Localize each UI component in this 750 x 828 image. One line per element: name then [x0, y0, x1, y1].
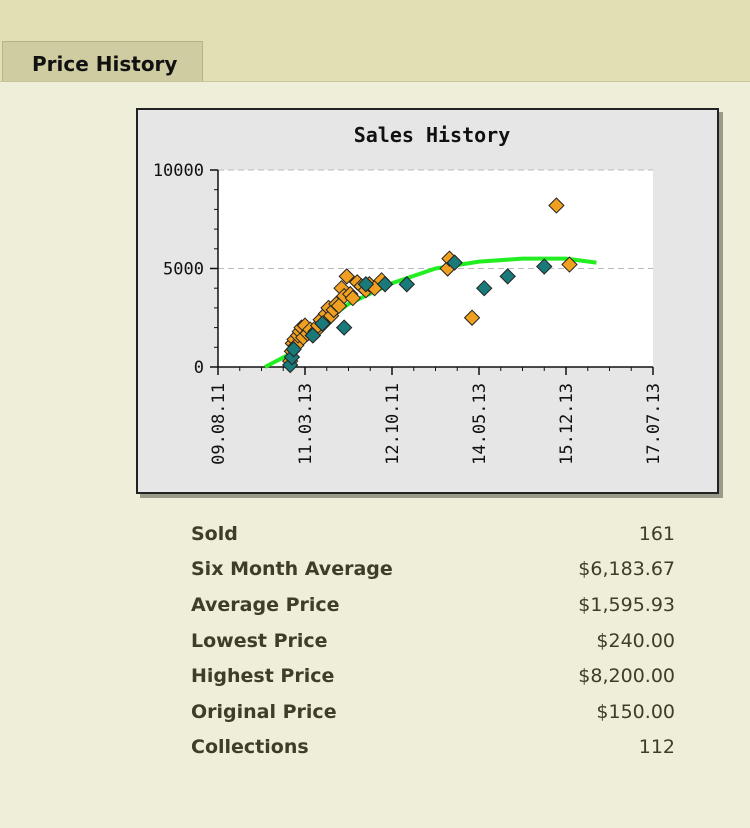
x-tick-label: 12.10.11	[383, 383, 403, 465]
chart-svg: Sales History 0 5000 10000 09.08.11 11.03.13…	[153, 123, 664, 465]
x-tick-label: 11.03.13	[296, 383, 316, 465]
stat-label: Collections	[191, 736, 309, 759]
stat-label: Sold	[191, 522, 238, 545]
stat-label: Average Price	[191, 593, 340, 616]
stat-value: $150.00	[596, 700, 675, 723]
chart-title: Sales History	[354, 123, 511, 147]
stat-value: 161	[638, 522, 675, 545]
stat-label: Original Price	[191, 700, 337, 723]
stat-value: $1,595.93	[578, 593, 675, 616]
stat-row-average-price: Average Price $1,595.93	[191, 587, 675, 623]
stat-label: Six Month Average	[191, 558, 393, 581]
stat-row-six-month-average: Six Month Average $6,183.67	[191, 552, 675, 588]
stat-row-highest-price: Highest Price $8,200.00	[191, 658, 675, 694]
stat-row-sold: Sold 161	[191, 516, 675, 552]
stat-label: Highest Price	[191, 665, 335, 688]
stat-value: $240.00	[596, 629, 675, 652]
y-tick-label: 0	[194, 358, 204, 378]
y-tick-label: 10000	[153, 161, 204, 181]
stat-row-original-price: Original Price $150.00	[191, 694, 675, 730]
stat-label: Lowest Price	[191, 629, 328, 652]
sales-history-chart: Sales History 0 5000 10000 09.08.11 11.03.13…	[136, 108, 719, 494]
stat-value: $8,200.00	[578, 665, 675, 688]
price-stats: Sold 161 Six Month Average $6,183.67 Ave…	[191, 516, 675, 765]
stat-value: $6,183.67	[578, 558, 675, 581]
y-tick-label: 5000	[163, 260, 204, 280]
x-tick-label: 17.07.13	[644, 383, 664, 465]
x-tick-label: 14.05.13	[470, 383, 490, 465]
stat-row-collections: Collections 112	[191, 730, 675, 766]
x-tick-label: 09.08.11	[209, 383, 229, 465]
x-tick-label: 15.12.13	[557, 383, 577, 465]
tab-price-history[interactable]: Price History	[2, 41, 203, 81]
stat-value: 112	[638, 736, 675, 759]
stat-row-lowest-price: Lowest Price $240.00	[191, 623, 675, 659]
